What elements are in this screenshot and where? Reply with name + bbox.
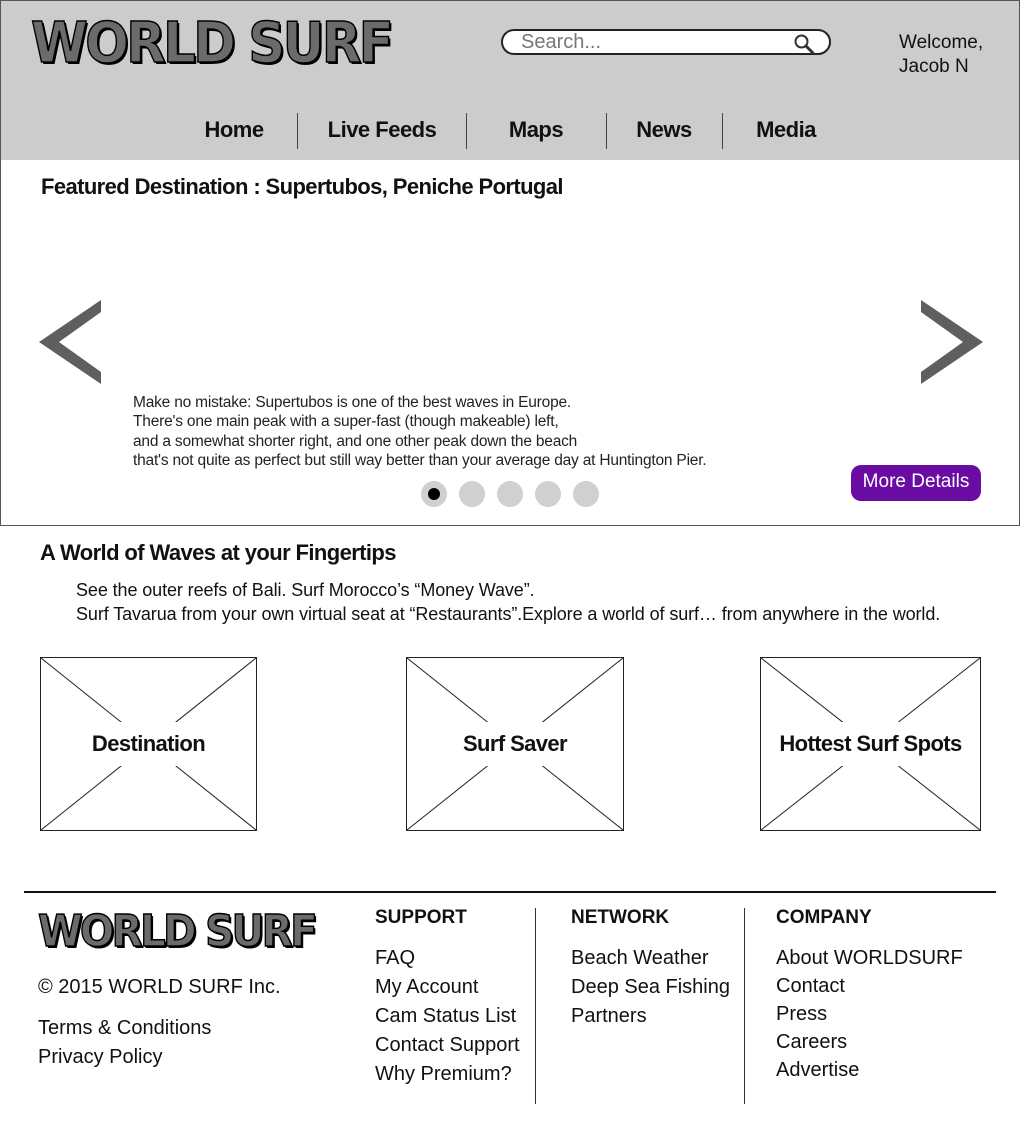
footer-link[interactable]: Press: [776, 1000, 963, 1028]
carousel-dot[interactable]: [535, 481, 561, 507]
terms-link[interactable]: Terms & Conditions: [38, 1014, 211, 1043]
section-text-line: See the outer reefs of Bali. Surf Morocc…: [76, 580, 535, 600]
description-line: There's one main peak with a super-fast …: [133, 413, 559, 431]
carousel-dot[interactable]: [459, 481, 485, 507]
footer-link[interactable]: My Account: [375, 973, 520, 1002]
user-name[interactable]: Jacob N: [899, 55, 983, 79]
nav-media[interactable]: Media: [723, 111, 849, 149]
card-label-wrap: Surf Saver: [407, 658, 623, 830]
card-label-wrap: Destination: [41, 658, 256, 830]
footer-link[interactable]: Careers: [776, 1028, 963, 1056]
footer-logo[interactable]: WORLD SURF: [37, 904, 318, 960]
more-details-button[interactable]: More Details: [851, 465, 981, 501]
description-line: Make no mistake: Supertubos is one of th…: [133, 394, 572, 411]
description-line: and a somewhat shorter right, and one ot…: [133, 432, 578, 450]
footer-link[interactable]: Advertise: [776, 1056, 963, 1084]
nav-maps[interactable]: Maps: [467, 111, 605, 149]
footer-link[interactable]: About WORLDSURF: [776, 944, 963, 972]
carousel-dot[interactable]: [497, 481, 523, 507]
legal-links: Terms & Conditions Privacy Policy: [38, 1014, 211, 1072]
featured-title: Featured Destination : Supertubos, Penic…: [41, 174, 564, 199]
featured-carousel: Featured Destination : Supertubos, Penic…: [0, 160, 1020, 526]
nav-home[interactable]: Home: [171, 111, 297, 149]
footer-link[interactable]: Cam Status List: [375, 1002, 520, 1031]
footer-column-divider: [535, 908, 536, 1104]
description-line: that's not quite as perfect but still wa…: [133, 451, 707, 469]
carousel-dot[interactable]: [421, 481, 447, 507]
welcome-message: Welcome, Jacob N: [899, 31, 983, 79]
site-header: WORLD SURF Welcome, Jacob N Home Live Fe…: [0, 0, 1020, 162]
card-surf-saver[interactable]: Surf Saver: [406, 657, 624, 831]
footer-link[interactable]: Contact Support: [375, 1031, 520, 1060]
chevron-right-icon[interactable]: [919, 300, 983, 384]
card-label: Hottest Surf Spots: [773, 722, 968, 766]
footer-link[interactable]: Deep Sea Fishing: [571, 973, 730, 1002]
search-icon[interactable]: [793, 33, 815, 55]
footer-column-divider: [744, 908, 745, 1104]
footer-link[interactable]: Contact: [776, 972, 963, 1000]
card-hottest-surf-spots[interactable]: Hottest Surf Spots: [760, 657, 981, 831]
section-text: See the outer reefs of Bali. Surf Morocc…: [76, 578, 940, 626]
footer-company-column: COMPANY About WORLDSURF Contact Press Ca…: [776, 906, 963, 1084]
footer-heading: COMPANY: [776, 907, 872, 928]
privacy-link[interactable]: Privacy Policy: [38, 1043, 211, 1072]
featured-description: Make no mistake: Supertubos is one of th…: [133, 393, 707, 470]
footer-link[interactable]: Why Premium?: [375, 1060, 520, 1089]
section-title: A World of Waves at your Fingertips: [40, 540, 396, 565]
carousel-dot[interactable]: [573, 481, 599, 507]
chevron-left-icon[interactable]: [39, 300, 103, 384]
footer-support-column: SUPPORT FAQ My Account Cam Status List C…: [375, 906, 520, 1089]
footer-link[interactable]: Partners: [571, 1002, 730, 1031]
card-label: Surf Saver: [456, 722, 574, 766]
footer-heading: NETWORK: [571, 907, 670, 928]
footer-heading: SUPPORT: [375, 907, 467, 928]
nav-live-feeds[interactable]: Live Feeds: [298, 111, 466, 149]
footer-link[interactable]: FAQ: [375, 944, 520, 973]
search-box[interactable]: [501, 29, 831, 55]
copyright: © 2015 WORLD SURF Inc.: [38, 976, 281, 998]
footer-link[interactable]: Beach Weather: [571, 944, 730, 973]
card-label-wrap: Hottest Surf Spots: [761, 658, 980, 830]
card-destination[interactable]: Destination: [40, 657, 257, 831]
footer-divider: [24, 891, 996, 893]
card-label: Destination: [85, 722, 212, 766]
search-input[interactable]: [521, 32, 781, 52]
site-logo[interactable]: WORLD SURF: [30, 10, 394, 77]
footer-network-column: NETWORK Beach Weather Deep Sea Fishing P…: [571, 906, 730, 1031]
nav-news[interactable]: News: [607, 111, 721, 149]
welcome-greeting: Welcome,: [899, 32, 984, 53]
section-text-line: Surf Tavarua from your own virtual seat …: [76, 604, 941, 624]
